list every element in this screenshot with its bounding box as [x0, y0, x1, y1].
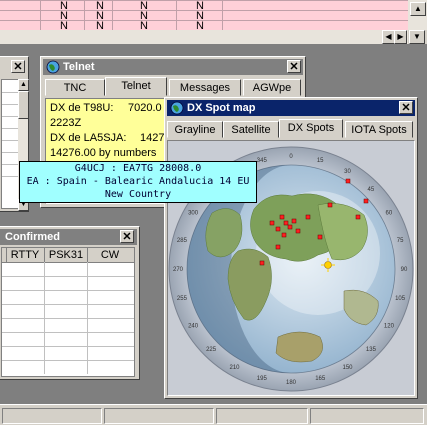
confirmed-table: RTTY PSK31 CW — [1, 247, 135, 377]
tab-iota-spots[interactable]: IOTA Spots — [345, 121, 413, 138]
scroll-up-button[interactable]: ▲ — [18, 79, 29, 91]
tab-satellite[interactable]: Satellite — [223, 121, 279, 138]
tooltip-line-3: New Country — [104, 189, 172, 200]
status-panel — [310, 408, 424, 424]
bearing-label: 45 — [368, 187, 375, 193]
bearing-label: 270 — [173, 267, 184, 273]
tab-agwpe[interactable]: AGWpe — [243, 79, 301, 96]
landmass-south — [275, 331, 323, 363]
status-panel — [2, 408, 102, 424]
bearing-label: 60 — [386, 211, 393, 217]
bearing-label: 90 — [401, 267, 408, 273]
tab-messages[interactable]: Messages — [169, 79, 241, 96]
bearing-label: 15 — [317, 158, 324, 164]
bearing-label: 165 — [315, 376, 326, 382]
bearing-label: 285 — [177, 238, 188, 244]
telnet-tabs: TNC Telnet Messages AGWpe — [45, 77, 301, 98]
bearing-label: 300 — [188, 211, 199, 217]
scroll-up-button[interactable]: ▲ — [410, 2, 426, 16]
bearing-label: 135 — [366, 347, 377, 353]
dx-map-tabs: Grayline Satellite DX Spots IOTA Spots — [167, 119, 415, 140]
telnet-titlebar[interactable]: Telnet — [43, 59, 303, 75]
tooltip-line-2: EA : Spain - Balearic Andalucia 14 EU — [26, 176, 250, 187]
window-title: DX Spot map — [187, 102, 256, 114]
column-header-cw[interactable]: CW — [88, 248, 132, 262]
left-list — [1, 79, 19, 209]
bearing-label: 75 — [397, 238, 404, 244]
tooltip-line-1: G4UCJ : EA7TG 28008.0 — [74, 163, 202, 174]
status-panel — [104, 408, 214, 424]
close-icon[interactable]: ✕ — [120, 230, 134, 243]
window-title: Telnet — [63, 61, 95, 73]
top-grid-hscroll[interactable]: ◀ ▶ — [0, 30, 408, 44]
bearing-label: 210 — [229, 365, 240, 371]
spot-tooltip: G4UCJ : EA7TG 28008.0 EA : Spain - Balea… — [19, 161, 257, 203]
dx-spot-map-window: DX Spot map ✕ Grayline Satellite DX Spot… — [164, 97, 418, 399]
tab-grayline[interactable]: Grayline — [167, 121, 223, 138]
tab-dx-spots[interactable]: DX Spots — [279, 119, 343, 138]
tab-tnc[interactable]: TNC — [45, 79, 105, 96]
table-header: RTTY PSK31 CW — [2, 248, 134, 263]
bearing-label: 120 — [384, 324, 395, 330]
close-icon[interactable]: ✕ — [287, 60, 301, 73]
dx-spot-map-titlebar[interactable]: DX Spot map — [167, 100, 415, 116]
bearing-label: 240 — [188, 324, 199, 330]
top-grid-vscroll[interactable]: ▲ — [408, 0, 427, 30]
close-icon[interactable]: ✕ — [399, 101, 413, 114]
close-icon[interactable]: ✕ — [11, 60, 25, 73]
status-bar — [0, 404, 427, 425]
bearing-label: 180 — [286, 380, 297, 386]
status-panel — [216, 408, 308, 424]
scroll-down-button[interactable]: ▼ — [409, 30, 425, 44]
confirmed-titlebar[interactable]: Confirmed — [0, 229, 137, 245]
bearing-label: 255 — [177, 296, 188, 302]
bearing-label: 195 — [257, 376, 268, 382]
globe-icon — [170, 101, 184, 115]
bearing-label: 345 — [257, 158, 268, 164]
bearing-label: 105 — [395, 296, 406, 302]
bearing-label: 225 — [206, 347, 217, 353]
column-header-psk31[interactable]: PSK31 — [45, 248, 88, 262]
top-grid-panel: N N N N N N N N N N N N ▲ ◀ ▶ ▼ — [0, 0, 427, 44]
bearing-label: 30 — [344, 169, 351, 175]
scroll-thumb[interactable] — [18, 91, 29, 119]
column-header-rtty[interactable]: RTTY — [6, 248, 45, 262]
bearing-label: 150 — [342, 365, 353, 371]
confirmed-window: Confirmed ✕ RTTY PSK31 CW — [0, 226, 140, 380]
globe-icon — [46, 60, 60, 74]
scroll-right-button[interactable]: ▶ — [394, 30, 407, 44]
tab-telnet[interactable]: Telnet — [105, 77, 167, 96]
top-grid: N N N N N N N N N N N N — [0, 0, 408, 32]
window-title: Confirmed — [5, 231, 60, 243]
